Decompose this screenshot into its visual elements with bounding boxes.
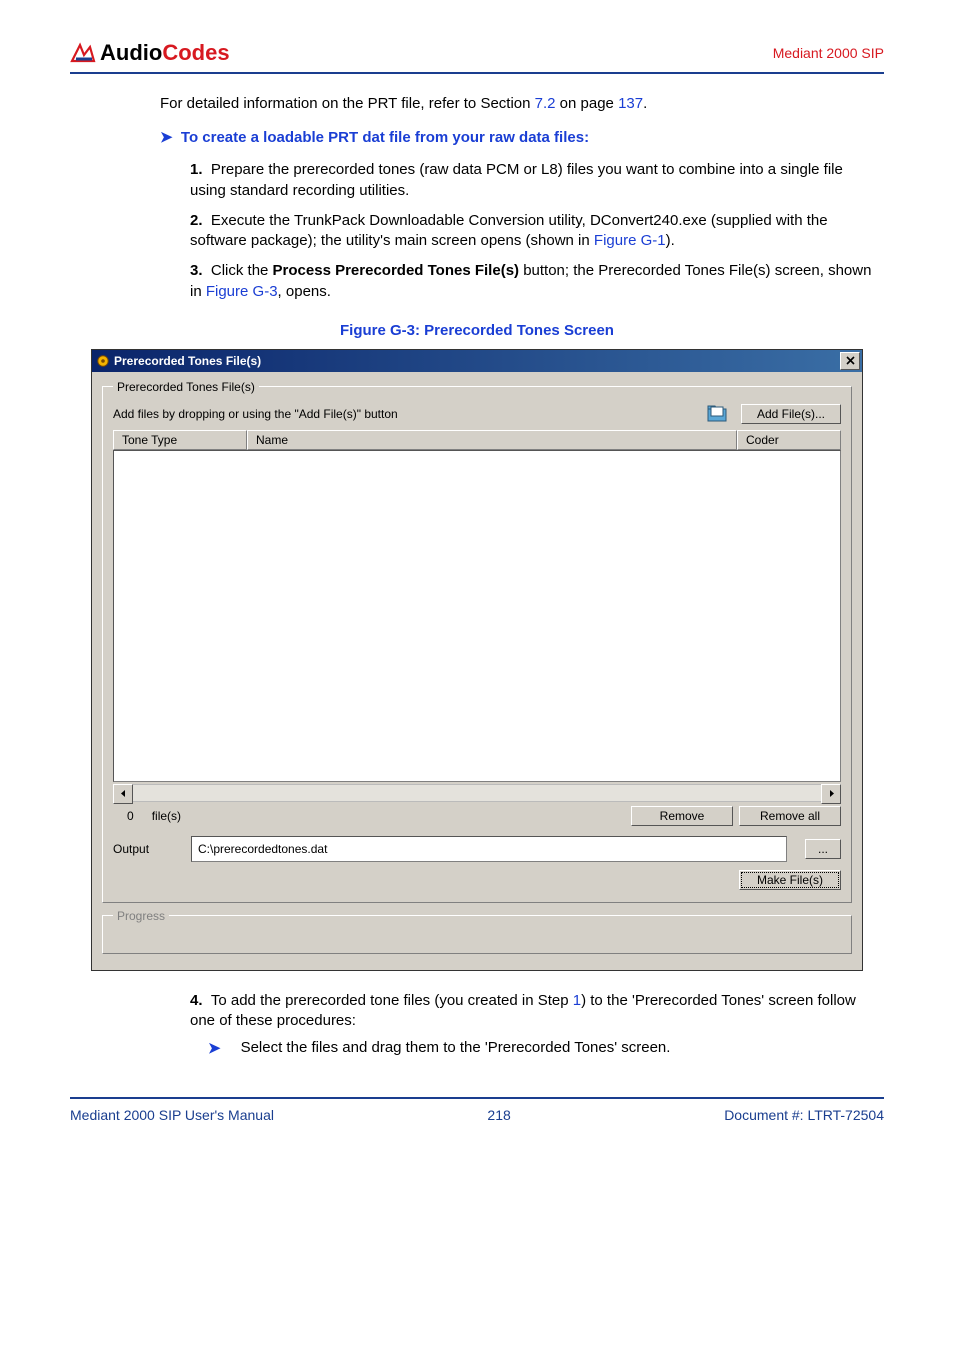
step-4: 4. To add the prerecorded tone files (yo…: [190, 991, 874, 1032]
step-3: 3. Click the Process Prerecorded Tones F…: [190, 261, 874, 302]
gear-icon: [96, 354, 110, 368]
footer-left: Mediant 2000 SIP User's Manual: [70, 1107, 274, 1123]
folder-open-icon[interactable]: [707, 404, 729, 424]
remove-button[interactable]: Remove: [631, 806, 733, 826]
progress-fieldset: Progress: [102, 909, 852, 954]
link-figure-g3[interactable]: Figure G-3: [206, 283, 278, 300]
close-button[interactable]: [840, 352, 860, 370]
link-figure-g1[interactable]: Figure G-1: [594, 232, 666, 249]
column-name[interactable]: Name: [247, 430, 737, 450]
logo-icon: [70, 41, 96, 65]
triangle-right-icon: [828, 790, 835, 797]
prerecorded-tones-dialog: Prerecorded Tones File(s) Prerecorded To…: [91, 349, 863, 971]
step-4-bullet: ➤ Select the files and drag them to the …: [208, 1039, 874, 1057]
page-header: AudioCodes Mediant 2000 SIP: [70, 40, 884, 74]
scroll-left-button[interactable]: [113, 784, 133, 804]
footer-doc-id: Document #: LTRT-72504: [724, 1107, 884, 1123]
link-page-137[interactable]: 137: [618, 95, 643, 112]
triangle-left-icon: [120, 790, 127, 797]
horizontal-scrollbar[interactable]: [113, 784, 841, 802]
remove-all-button[interactable]: Remove all: [739, 806, 841, 826]
file-list-header: Tone Type Name Coder: [113, 430, 841, 450]
header-product: Mediant 2000 SIP: [773, 45, 884, 61]
intro-paragraph: For detailed information on the PRT file…: [160, 94, 874, 114]
close-icon: [846, 356, 855, 365]
output-path-input[interactable]: [191, 836, 787, 862]
logo-text: AudioCodes: [100, 40, 230, 66]
logo: AudioCodes: [70, 40, 230, 66]
bullet-arrow-icon: ➤: [208, 1039, 221, 1057]
footer-page-number: 218: [487, 1107, 510, 1123]
figure-caption: Figure G-3: Prerecorded Tones Screen: [70, 322, 884, 339]
make-files-button[interactable]: Make File(s): [739, 870, 841, 890]
add-hint-text: Add files by dropping or using the "Add …: [113, 407, 398, 421]
progress-legend: Progress: [113, 909, 169, 923]
tones-fieldset: Prerecorded Tones File(s) Add files by d…: [102, 380, 852, 903]
tones-fieldset-legend: Prerecorded Tones File(s): [113, 380, 259, 394]
output-label: Output: [113, 842, 173, 856]
scroll-track[interactable]: [133, 784, 821, 802]
step-1: 1. Prepare the prerecorded tones (raw da…: [190, 160, 874, 201]
step-2: 2. Execute the TrunkPack Downloadable Co…: [190, 211, 874, 252]
link-step-1[interactable]: 1: [573, 992, 581, 1009]
dialog-titlebar[interactable]: Prerecorded Tones File(s): [92, 350, 862, 372]
file-list[interactable]: [113, 450, 841, 782]
link-section-7-2[interactable]: 7.2: [535, 95, 556, 112]
file-count-label: file(s): [152, 809, 181, 823]
dialog-title: Prerecorded Tones File(s): [114, 354, 261, 368]
column-tone-type[interactable]: Tone Type: [113, 430, 247, 450]
scroll-right-button[interactable]: [821, 784, 841, 804]
add-files-button[interactable]: Add File(s)...: [741, 404, 841, 424]
page-footer: Mediant 2000 SIP User's Manual 218 Docum…: [70, 1097, 884, 1123]
file-count-number: 0: [127, 809, 134, 823]
column-coder[interactable]: Coder: [737, 430, 841, 450]
browse-button[interactable]: ...: [805, 839, 841, 859]
procedure-heading: ➤ To create a loadable PRT dat file from…: [160, 128, 884, 146]
